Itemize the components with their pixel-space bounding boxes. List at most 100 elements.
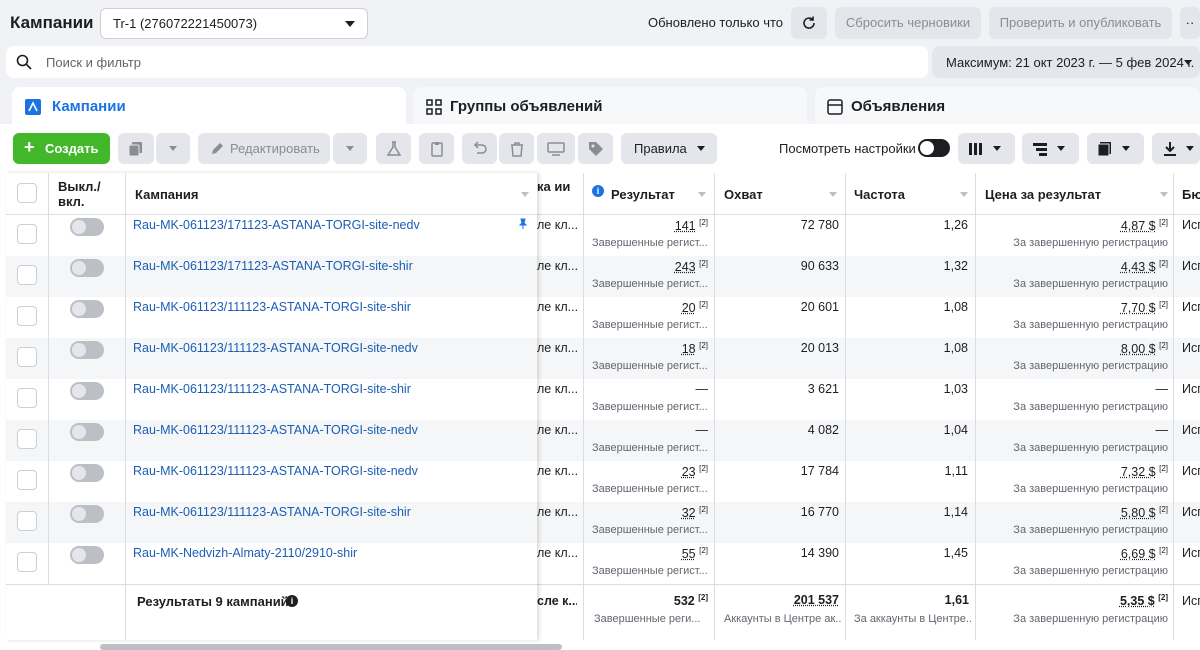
footnote-marker: [2] [699, 300, 708, 309]
columns-button[interactable] [958, 133, 1015, 164]
undo-button[interactable] [462, 133, 497, 164]
tag-button[interactable] [578, 133, 613, 164]
trash-icon [509, 141, 525, 157]
ab-compare-button[interactable] [537, 133, 575, 164]
select-all-checkbox[interactable] [17, 183, 37, 203]
campaign-toggle[interactable] [70, 382, 104, 400]
table-row[interactable]: Rau-MK-061123/111123-ASTANA-TORGI-site-n… [6, 420, 1200, 461]
campaign-toggle[interactable] [70, 259, 104, 277]
clipboard-icon [429, 141, 445, 157]
row-checkbox[interactable] [17, 552, 37, 572]
column-header-result[interactable]: Результат [611, 187, 675, 202]
campaign-toggle[interactable] [70, 218, 104, 236]
bid-strategy: ле кл... [537, 259, 577, 273]
campaign-toggle[interactable] [70, 341, 104, 359]
cost-sub: За завершенную регистрацию [980, 401, 1168, 413]
table-row[interactable]: Rau-MK-061123/111123-ASTANA-TORGI-site-s… [6, 379, 1200, 420]
chevron-down-icon [993, 146, 1001, 151]
clipboard-button[interactable] [419, 133, 454, 164]
chevron-down-icon [169, 146, 177, 151]
search-input[interactable]: Поиск и фильтр [46, 55, 141, 70]
horizontal-scrollbar[interactable] [100, 644, 562, 650]
totals-cost-sub: За завершенную регистрацию [980, 613, 1168, 625]
column-header-cost[interactable]: Цена за результат [985, 187, 1101, 202]
table-row[interactable]: Rau-MK-061123/111123-ASTANA-TORGI-site-s… [6, 502, 1200, 543]
reset-drafts-button[interactable]: Сбросить черновики [835, 7, 981, 39]
ab-test-button[interactable] [376, 133, 411, 164]
column-header-onoff[interactable]: Выкл./ вкл. [58, 179, 118, 209]
campaign-name-link[interactable]: Rau-MK-Nedvizh-Almaty-2110/2910-shir [133, 546, 518, 560]
date-range-picker[interactable]: Максимум: 21 окт 2023 г. — 5 фев 2024 г. [932, 46, 1200, 78]
column-header-budget[interactable]: Бю [1182, 187, 1200, 202]
campaign-toggle[interactable] [70, 546, 104, 564]
campaign-toggle[interactable] [70, 464, 104, 482]
row-checkbox[interactable] [17, 306, 37, 326]
campaign-name-link[interactable]: Rau-MK-061123/111123-ASTANA-TORGI-site-n… [133, 464, 518, 478]
result-cell: 23 [2] [586, 464, 708, 479]
cost-value: — [1156, 423, 1169, 437]
table-row[interactable]: Rau-MK-061123/111123-ASTANA-TORGI-site-n… [6, 338, 1200, 379]
edit-button[interactable]: Редактировать [198, 133, 330, 164]
table-row[interactable]: Rau-MK-061123/171123-ASTANA-TORGI-site-s… [6, 256, 1200, 297]
edit-dropdown-button[interactable] [333, 133, 367, 164]
duplicate-button[interactable] [118, 133, 154, 164]
column-header-bid[interactable]: ка ии [537, 179, 577, 194]
more-button[interactable]: ·· [1180, 7, 1200, 39]
export-button[interactable] [1152, 133, 1200, 164]
totals-frequency: 1,61 [849, 593, 969, 607]
row-checkbox[interactable] [17, 511, 37, 531]
campaign-name-link[interactable]: Rau-MK-061123/171123-ASTANA-TORGI-site-n… [133, 218, 518, 232]
search-bar[interactable]: Поиск и фильтр [6, 46, 928, 78]
account-selector[interactable]: Tr-1 (276072221450073) [100, 8, 368, 39]
table-row[interactable]: Rau-MK-Nedvizh-Almaty-2110/2910-shir ле … [6, 543, 1200, 584]
refresh-button[interactable] [791, 7, 827, 39]
download-icon [1162, 141, 1178, 157]
tab-campaigns[interactable]: Кампании [12, 87, 406, 127]
tab-ad-sets[interactable]: Группы объявлений [414, 87, 807, 127]
campaign-toggle[interactable] [70, 423, 104, 441]
row-checkbox[interactable] [17, 429, 37, 449]
campaign-toggle[interactable] [70, 505, 104, 523]
reach-value: 20 013 [718, 341, 839, 355]
tab-label: Кампании [52, 98, 126, 115]
review-publish-button[interactable]: Проверить и опубликовать [989, 7, 1172, 39]
bid-strategy: ле кл... [537, 464, 577, 478]
row-checkbox[interactable] [17, 388, 37, 408]
chevron-down-icon [1184, 60, 1192, 65]
column-header-reach[interactable]: Охват [724, 187, 763, 202]
campaign-name-link[interactable]: Rau-MK-061123/171123-ASTANA-TORGI-site-s… [133, 259, 518, 273]
pencil-icon [210, 142, 224, 156]
tab-ads[interactable]: Объявления [815, 87, 1200, 127]
breakdown-button[interactable] [1022, 133, 1079, 164]
table-row[interactable]: Rau-MK-061123/111123-ASTANA-TORGI-site-s… [6, 297, 1200, 338]
totals-cost: 5,35 $ [2] [980, 593, 1168, 608]
view-settings-toggle[interactable] [918, 139, 950, 157]
column-header-campaign[interactable]: Кампания [135, 187, 198, 202]
table-row[interactable]: Rau-MK-061123/171123-ASTANA-TORGI-site-n… [6, 215, 1200, 256]
bid-strategy: ле кл... [537, 341, 577, 355]
reports-button[interactable] [1087, 133, 1144, 164]
rules-button[interactable]: Правила [621, 133, 717, 164]
reach-value: 20 601 [718, 300, 839, 314]
table-row[interactable]: Rau-MK-061123/111123-ASTANA-TORGI-site-n… [6, 461, 1200, 502]
column-header-frequency[interactable]: Частота [854, 187, 905, 202]
duplicate-dropdown-button[interactable] [156, 133, 190, 164]
row-checkbox[interactable] [17, 347, 37, 367]
campaign-toggle[interactable] [70, 300, 104, 318]
sort-icon [829, 192, 837, 197]
create-button[interactable]: + Создать [13, 133, 110, 164]
update-status: Обновлено только что [648, 15, 783, 30]
campaign-name-link[interactable]: Rau-MK-061123/111123-ASTANA-TORGI-site-s… [133, 300, 518, 314]
campaign-name-link[interactable]: Rau-MK-061123/111123-ASTANA-TORGI-site-s… [133, 505, 518, 519]
row-checkbox[interactable] [17, 470, 37, 490]
chevron-down-icon [346, 146, 354, 151]
result-sub: Завершенные регист... [592, 319, 710, 331]
campaign-name-link[interactable]: Rau-MK-061123/111123-ASTANA-TORGI-site-n… [133, 341, 518, 355]
cost-sub: За завершенную регистрацию [980, 524, 1168, 536]
delete-button[interactable] [499, 133, 534, 164]
footnote-marker: [2] [1159, 546, 1168, 555]
campaign-name-link[interactable]: Rau-MK-061123/111123-ASTANA-TORGI-site-n… [133, 423, 518, 437]
campaign-name-link[interactable]: Rau-MK-061123/111123-ASTANA-TORGI-site-s… [133, 382, 518, 396]
row-checkbox[interactable] [17, 265, 37, 285]
row-checkbox[interactable] [17, 224, 37, 244]
